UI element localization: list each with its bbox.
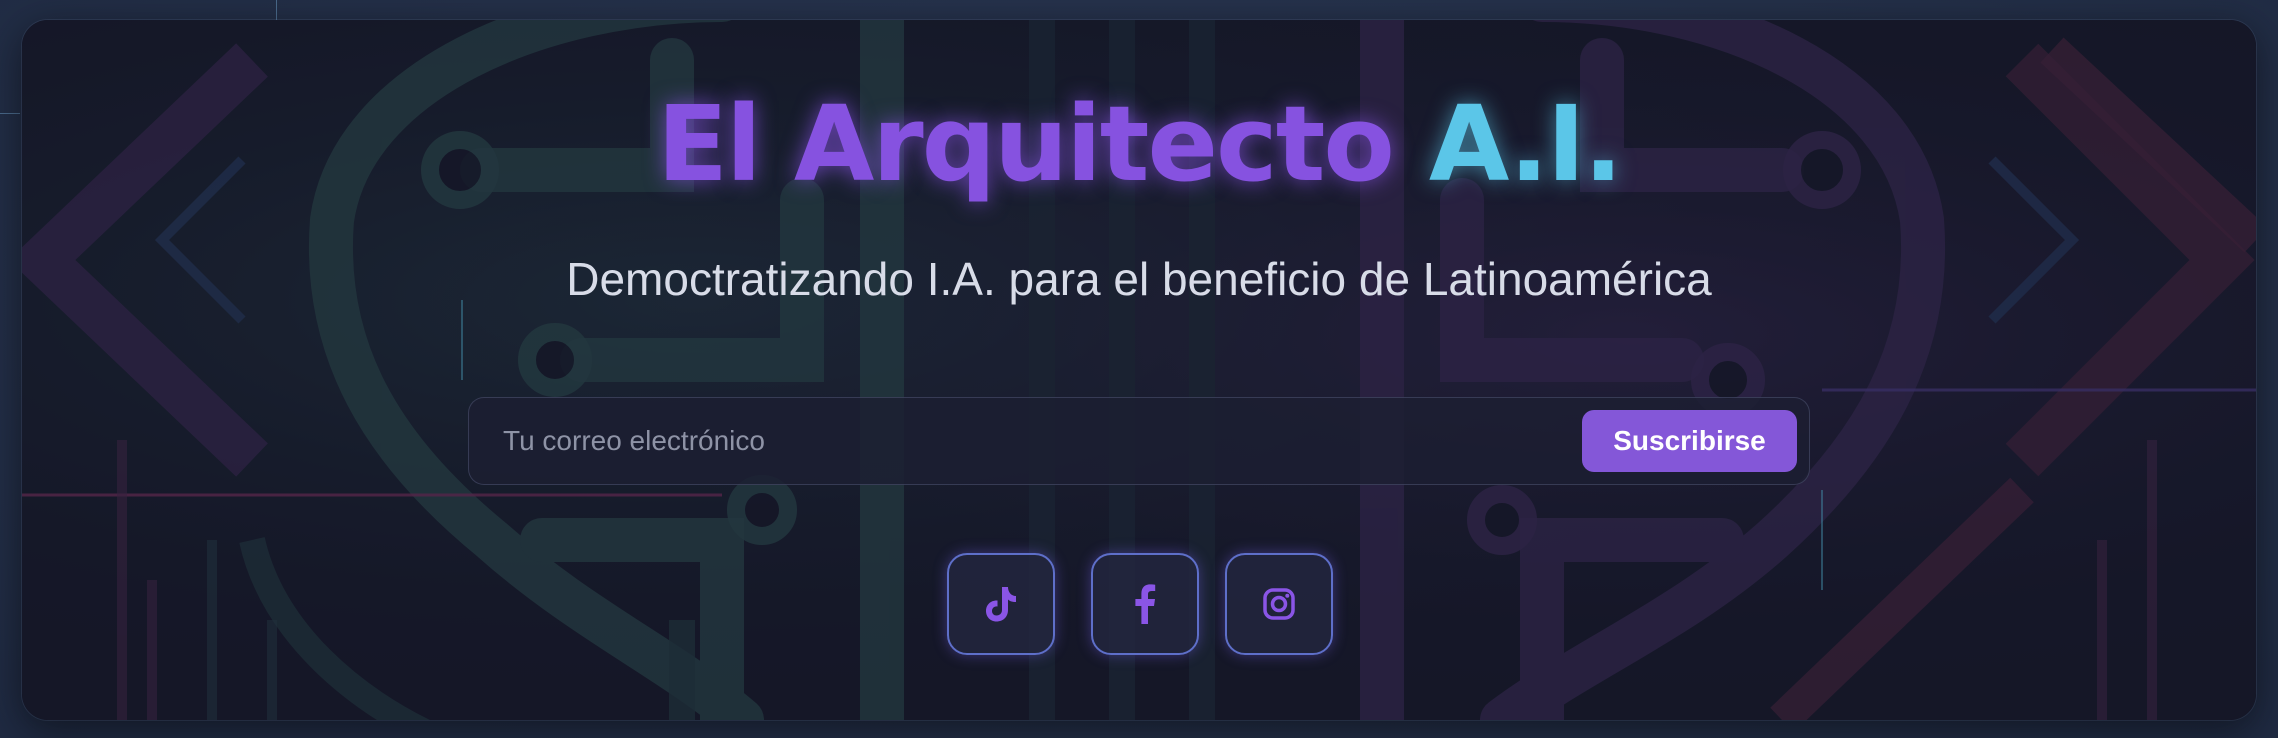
facebook-link[interactable] [1091, 553, 1199, 655]
subscribe-button[interactable]: Suscribirse [1582, 410, 1797, 472]
title-accent: A.I. [1428, 83, 1623, 205]
decorative-line [276, 0, 277, 20]
social-links [22, 553, 2256, 657]
tiktok-link[interactable] [947, 553, 1055, 655]
tagline: Democtratizando I.A. para el beneficio d… [566, 253, 1712, 305]
facebook-icon [1135, 584, 1156, 624]
page-title: El Arquitecto A.I. [22, 82, 2256, 207]
tiktok-icon [986, 587, 1016, 622]
page: El Arquitecto A.I. Democtratizando I.A. p… [0, 0, 2278, 738]
instagram-link[interactable] [1225, 553, 1333, 655]
hero-card: El Arquitecto A.I. Democtratizando I.A. p… [22, 20, 2256, 720]
decorative-line [0, 113, 20, 114]
instagram-icon [1263, 588, 1295, 620]
email-input[interactable] [469, 398, 1569, 484]
title-primary: El Arquitecto [656, 83, 1395, 205]
newsletter-form: Suscribirse [468, 397, 1810, 485]
